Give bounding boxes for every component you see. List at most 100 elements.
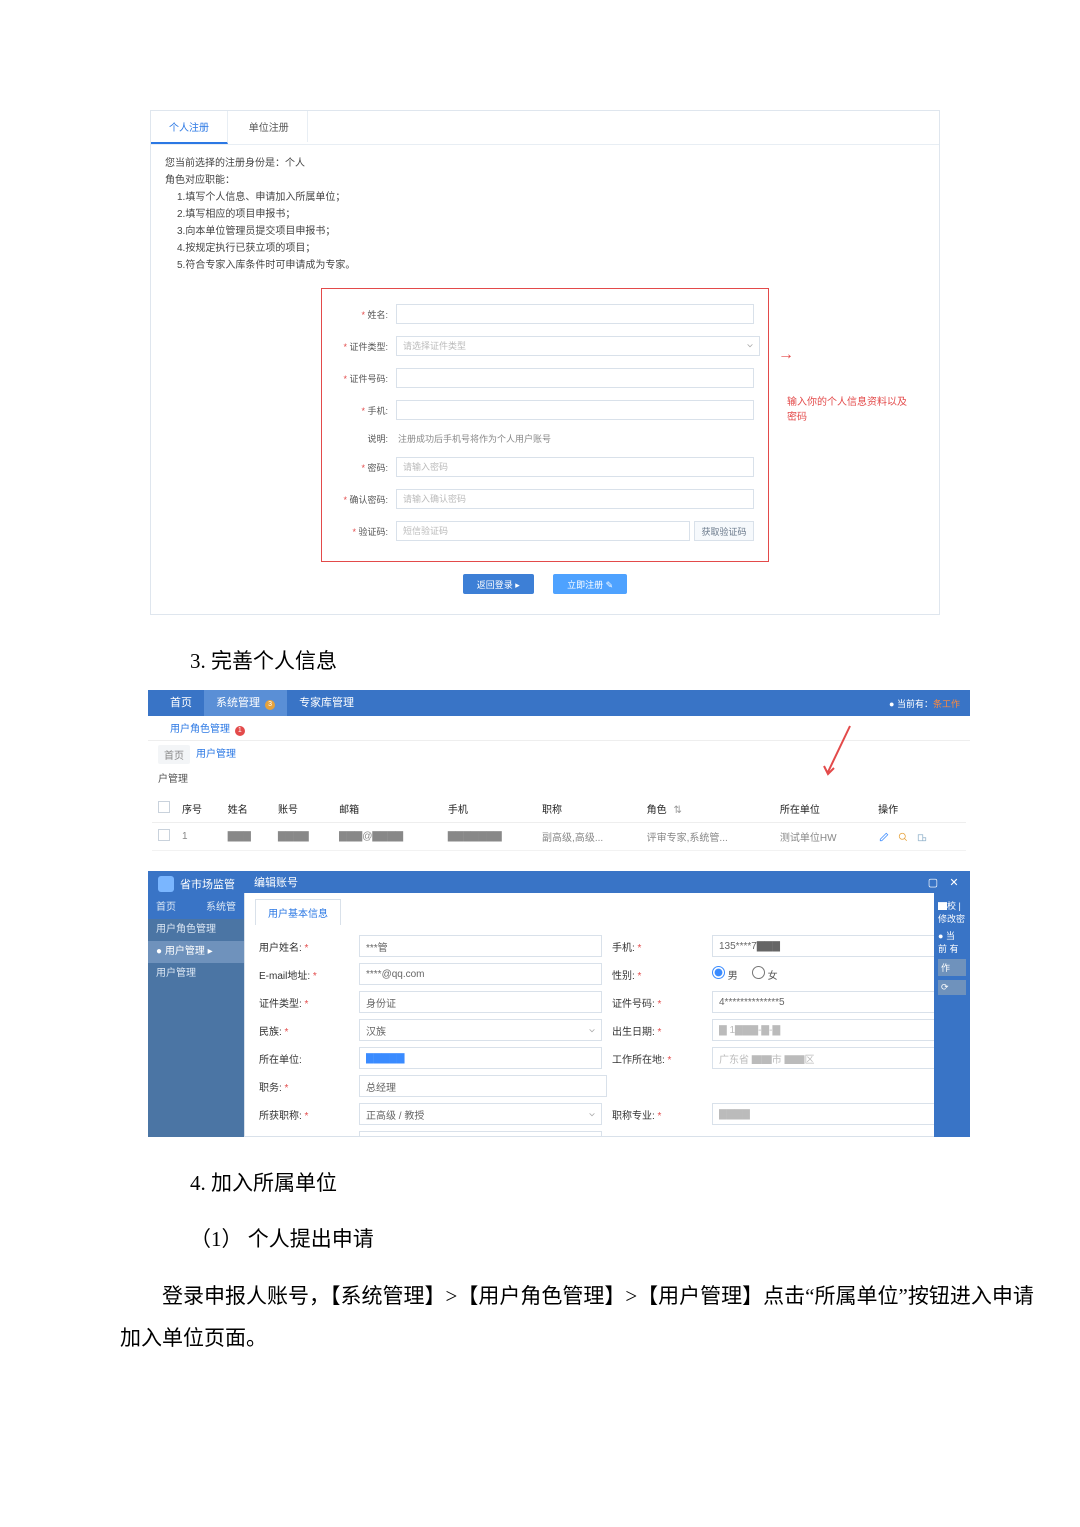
th-account[interactable]: 账号 (272, 795, 333, 823)
rt-mini-ops[interactable]: ⟳ (938, 980, 966, 995)
lbl-gender: 性别: (612, 971, 641, 982)
chevron-down-icon (746, 342, 754, 350)
tab-basic-info[interactable]: 用户基本信息 (255, 899, 341, 925)
breadcrumb-user-mgmt[interactable]: 用户管理 (196, 745, 236, 764)
cell-seq: 1 (176, 823, 222, 851)
nav-home[interactable]: 首页 (158, 690, 204, 716)
field-gender: 男 女 (712, 966, 955, 982)
th-role[interactable]: 角色 ⇅ (641, 795, 774, 823)
edit-icon[interactable] (878, 831, 890, 843)
search-icon[interactable] (897, 831, 909, 843)
side-role-mgmt[interactable]: 用户角色管理 (148, 919, 244, 941)
doc-heading-4a: （1） 个人提出申请 (190, 1223, 1040, 1253)
field-loc[interactable] (712, 1047, 955, 1069)
radio-male[interactable]: 男 (712, 966, 738, 982)
cell-acct: ▇▇▇▇ (272, 823, 333, 851)
field-job[interactable] (359, 1075, 607, 1097)
modal-window-actions: ▢ ✕ (921, 876, 960, 889)
label-mobile: 手机: (336, 404, 388, 417)
field-major[interactable] (359, 1131, 602, 1137)
side-user-mgmt[interactable]: ● 用户管理 ▸ (148, 941, 244, 963)
field-rankmajor[interactable] (712, 1103, 955, 1125)
side-user-mgmt2[interactable]: 用户管理 (148, 963, 244, 985)
th-title[interactable]: 职称 (536, 795, 641, 823)
input-pwd2[interactable] (396, 489, 754, 509)
doc-paragraph: 登录申报人账号，【系统管理】>【用户角色管理】>【用户管理】点击“所属单位”按钮… (120, 1275, 1040, 1359)
th-ops: 操作 (872, 795, 966, 823)
hint-text: 注册成功后手机号将作为个人用户账号 (396, 432, 754, 445)
register-form: 姓名: 证件类型: 证件号码: 手机: 说明: (321, 288, 769, 594)
nav-system-label: 系统管理 (216, 697, 260, 709)
input-name[interactable] (396, 304, 754, 324)
th-name[interactable]: 姓名 (222, 795, 272, 823)
th-org[interactable]: 所在单位 (774, 795, 872, 823)
doc-heading-4: 4. 加入所属单位 (190, 1167, 1040, 1197)
lbl-idno: 证件号码: (612, 999, 661, 1010)
modal-tabs: 用户基本信息 (245, 893, 969, 925)
user-table-head: 序号 姓名 账号 邮箱 手机 职称 角色 ⇅ 所在单位 操作 (152, 795, 966, 823)
right-overflow-strip: ▇校 |修改密 ● 当 前 有 作 ⟳ (934, 893, 970, 1137)
select-idtype[interactable] (396, 336, 760, 356)
chevron-down-icon (588, 1027, 596, 1035)
chevron-down-icon (588, 1111, 596, 1119)
submit-register-button[interactable]: 立即注册 ✎ (553, 574, 627, 594)
row-checkbox[interactable] (158, 829, 170, 841)
field-birth[interactable] (712, 1019, 955, 1041)
callout-arrow-icon (822, 724, 852, 778)
role-item: 2.填写相应的项目申报书； (165, 206, 925, 223)
side-home[interactable]: 首页 (156, 897, 206, 919)
doc-heading-3: 3. 完善个人信息 (190, 645, 1040, 675)
cell-name: ▇▇▇ (222, 823, 272, 851)
input-vcode[interactable] (396, 521, 690, 541)
info-title: 您当前选择的注册身份是：个人 (165, 155, 925, 172)
lbl-rankmajor: 职称专业: (612, 1111, 661, 1122)
th-email[interactable]: 邮箱 (333, 795, 442, 823)
field-name[interactable] (359, 935, 602, 957)
subnav-role-mgmt[interactable]: 用户角色管理 (170, 724, 230, 735)
field-idtype[interactable] (359, 991, 602, 1013)
user-table-row: 1 ▇▇▇ ▇▇▇▇ ▇▇▇@▇▇▇▇ ▇▇▇▇▇▇▇ 副高级,高级... 评审… (152, 823, 966, 851)
breadcrumb-home[interactable]: 首页 (158, 745, 190, 764)
field-rank[interactable] (359, 1103, 602, 1125)
lbl-email: E-mail地址: (259, 971, 317, 982)
maximize-icon[interactable]: ▢ (927, 876, 939, 889)
cell-org: 测试单位HW (774, 823, 872, 851)
label-idno: 证件号码: (336, 372, 388, 385)
field-org[interactable] (359, 1047, 602, 1069)
th-seq[interactable]: 序号 (176, 795, 222, 823)
th-mobile[interactable]: 手机 (442, 795, 536, 823)
topnav: 首页 系统管理 3 专家库管理 ● 当前有：条工作 (148, 690, 970, 716)
field-nation[interactable] (359, 1019, 602, 1041)
cell-role: 评审专家,系统管... (641, 823, 774, 851)
back-login-button[interactable]: 返回登录 ▸ (463, 574, 534, 594)
field-idno[interactable] (712, 991, 955, 1013)
input-mobile[interactable] (396, 400, 754, 420)
input-pwd[interactable] (396, 457, 754, 477)
side-sys[interactable]: 系统管 (206, 897, 236, 919)
nav-badge: 3 (265, 700, 275, 710)
tab-enterprise[interactable]: 单位注册 (231, 111, 308, 142)
get-code-button[interactable]: 获取验证码 (694, 521, 754, 541)
field-mobile[interactable] (712, 935, 955, 957)
building-icon[interactable] (916, 831, 928, 843)
checkbox-all[interactable] (158, 801, 170, 813)
label-pwd2: 确认密码: (336, 493, 388, 506)
modal-header[interactable]: 编辑账号 ▢ ✕ (244, 871, 970, 893)
rt-text2: ● 当 前 有 (938, 929, 966, 955)
modal-title: 编辑账号 (254, 874, 298, 890)
radio-female[interactable]: 女 (752, 966, 778, 982)
arrow-right-icon: → (778, 346, 794, 364)
close-icon[interactable]: ✕ (948, 876, 960, 889)
bg-sidebar: 首页 系统管 用户角色管理 ● 用户管理 ▸ 用户管理 (148, 897, 244, 1137)
nav-expert[interactable]: 专家库管理 (287, 690, 366, 716)
field-email[interactable] (359, 963, 602, 985)
lbl-mobile: 手机: (612, 943, 641, 954)
input-idno[interactable] (396, 368, 754, 388)
sort-icon[interactable]: ⇅ (673, 805, 681, 816)
lbl-loc: 工作所在地: (612, 1055, 671, 1066)
role-item: 5.符合专家入库条件时可申请成为专家。 (165, 257, 925, 274)
tab-personal[interactable]: 个人注册 (151, 111, 228, 144)
rt-mini-ops: 作 (938, 959, 966, 976)
nav-system[interactable]: 系统管理 3 (204, 690, 287, 716)
lbl-org: 所在单位: (259, 1055, 302, 1066)
